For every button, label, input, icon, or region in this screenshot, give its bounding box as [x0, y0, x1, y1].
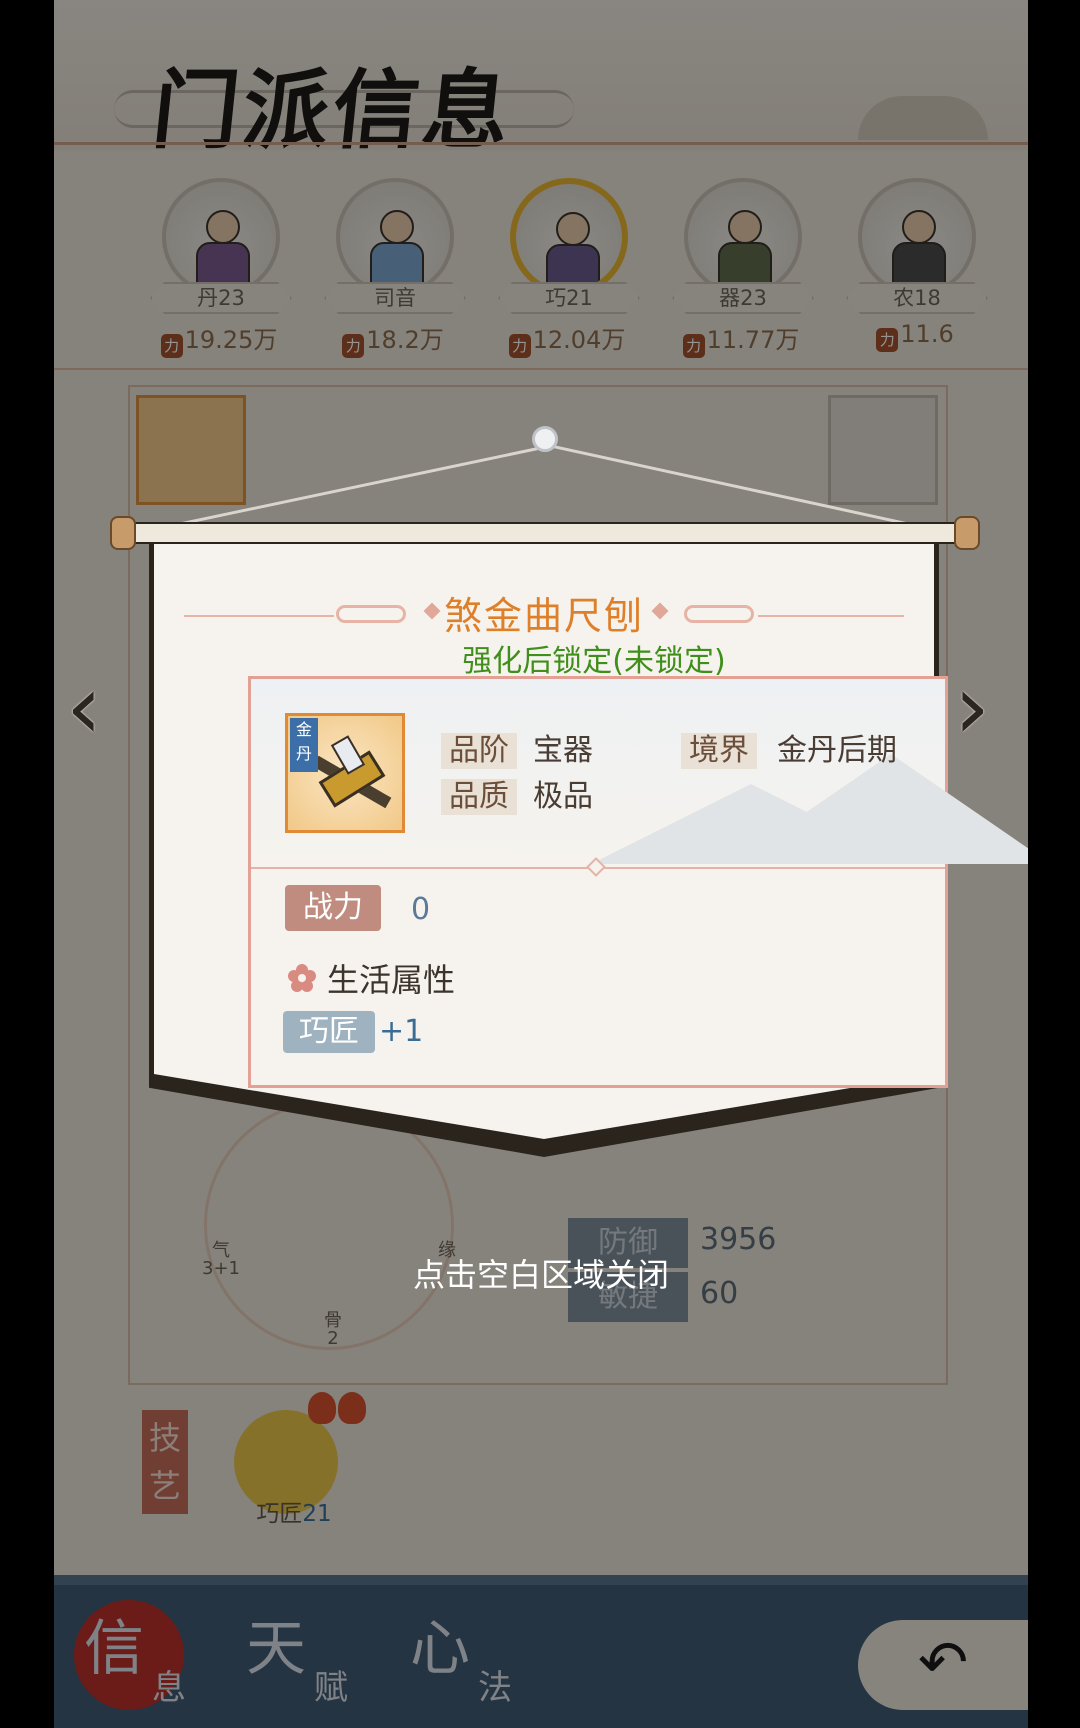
grade-label: 品阶	[441, 733, 517, 769]
lock-status[interactable]: 强化后锁定(未锁定)	[154, 636, 1028, 680]
prev-arrow-icon[interactable]: ‹	[66, 655, 102, 760]
grade-value: 宝器	[533, 733, 593, 768]
nail-icon	[532, 426, 558, 452]
scroll-rod-cap	[110, 516, 136, 550]
flower-icon	[288, 964, 316, 992]
craft-label: 巧匠	[283, 1011, 375, 1053]
item-icon: 金丹	[285, 713, 405, 833]
life-attribute-title: 生活属性	[327, 961, 456, 999]
item-info-box: 金丹 品阶 宝器 境界 金丹后期 品质 极品 战力 0 生活属性 巧匠 +1	[248, 676, 1028, 1088]
craft-value: +1	[379, 1014, 424, 1049]
power-value: 0	[411, 892, 431, 927]
scroll-rod	[120, 522, 968, 544]
realm-label: 境界	[681, 733, 757, 769]
item-title-row: 煞金曲尺刨	[184, 585, 904, 638]
scroll-rod-cap	[954, 516, 980, 550]
app-screen: 门派信息 丹23 力 19.25万 司音 力 18.2万 巧21 力 12.04万	[54, 0, 1028, 1728]
mountain-decoration	[731, 754, 1028, 864]
power-label: 战力	[285, 885, 381, 931]
quality-label: 品质	[441, 779, 517, 815]
item-name: 煞金曲尺刨	[443, 594, 644, 638]
realm-value: 金丹后期	[777, 733, 897, 768]
realm-tag: 金丹	[290, 718, 318, 772]
close-hint: 点击空白区域关闭	[412, 1256, 669, 1294]
quality-value: 极品	[533, 779, 593, 814]
